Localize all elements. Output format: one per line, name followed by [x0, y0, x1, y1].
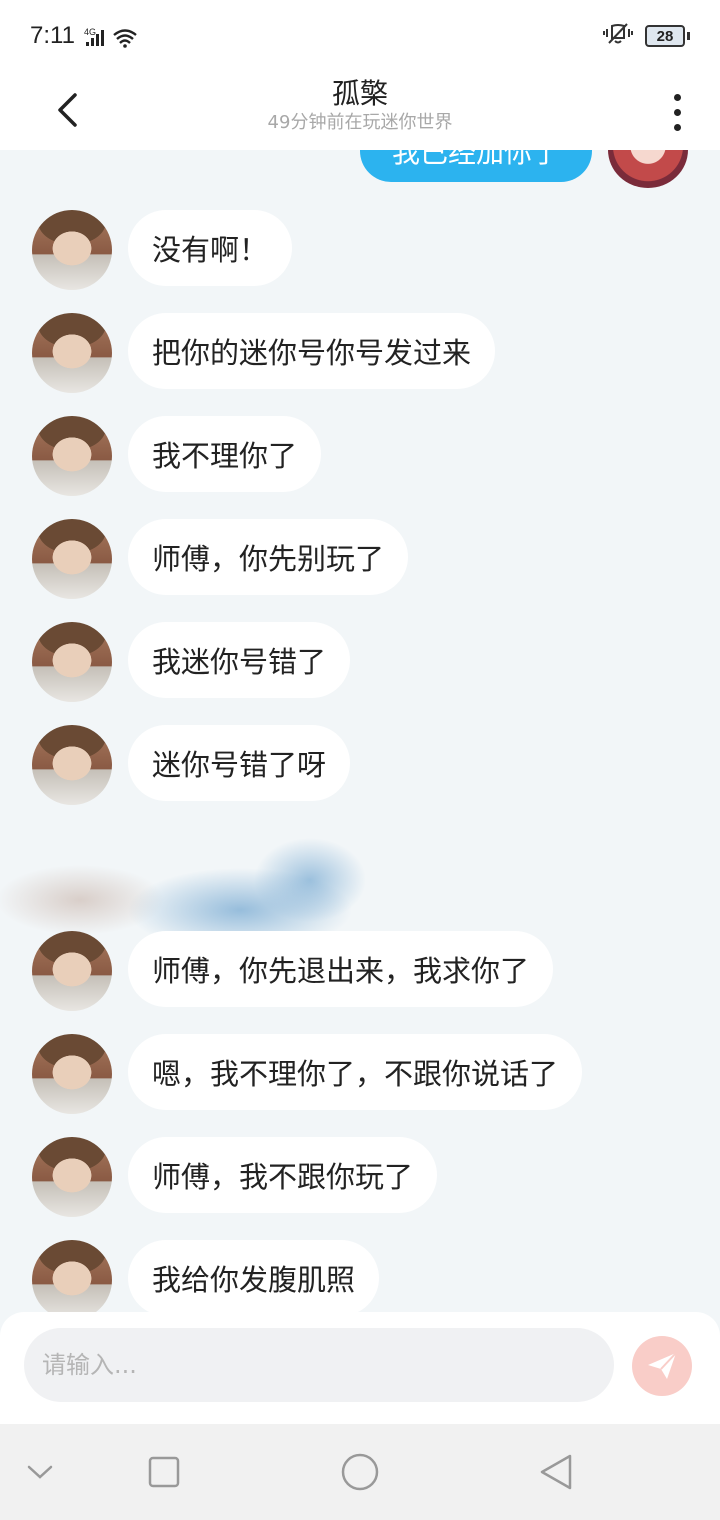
- status-time: 7:11: [30, 22, 75, 49]
- contact-name: 孤檠: [331, 77, 388, 110]
- status-bar: 7:11 4G 28: [0, 0, 720, 72]
- battery-tip: [687, 32, 690, 40]
- message-row: 我迷你号错了: [0, 622, 720, 702]
- message-row: 迷你号错了呀: [0, 725, 720, 805]
- more-options-button[interactable]: [660, 84, 694, 140]
- contact-avatar[interactable]: [32, 1034, 112, 1114]
- message-row: 嗯，我不理你了，不跟你说话了: [0, 1034, 720, 1114]
- message-bubble[interactable]: 师傅，你先退出来，我求你了: [128, 931, 554, 1007]
- more-dot-icon: [673, 93, 681, 101]
- nav-recents-button[interactable]: [142, 1450, 186, 1494]
- nav-back-button[interactable]: [534, 1450, 578, 1494]
- contact-avatar[interactable]: [32, 416, 112, 496]
- message-row: 把你的迷你号你号发过来: [0, 313, 720, 393]
- message-bubble[interactable]: 我迷你号错了: [128, 622, 351, 698]
- contact-avatar[interactable]: [32, 313, 112, 393]
- square-icon: [148, 1456, 180, 1488]
- message-row: 师傅，你先别玩了: [0, 519, 720, 599]
- contact-avatar[interactable]: [32, 210, 112, 290]
- network-signal-icon: 4G: [84, 26, 142, 52]
- message-bubble[interactable]: 师傅，你先别玩了: [128, 519, 409, 595]
- nav-home-button[interactable]: [338, 1450, 382, 1494]
- contact-avatar[interactable]: [32, 519, 112, 599]
- message-bubble[interactable]: 把你的迷你号你号发过来: [128, 313, 496, 389]
- triangle-back-icon: [540, 1454, 572, 1490]
- send-button[interactable]: [632, 1336, 692, 1396]
- contact-avatar[interactable]: [32, 931, 112, 1011]
- contact-avatar[interactable]: [32, 1240, 112, 1312]
- message-bubble[interactable]: 师傅，我不跟你玩了: [128, 1137, 438, 1213]
- message-input[interactable]: [24, 1328, 614, 1402]
- nav-collapse-button[interactable]: [18, 1450, 62, 1494]
- message-bubble[interactable]: 我不理你了: [128, 416, 322, 492]
- message-row: 师傅，我不跟你玩了: [0, 1137, 720, 1217]
- vibrate-mute-icon: [603, 22, 633, 50]
- system-nav-bar: [0, 1424, 720, 1520]
- message-bubble[interactable]: 嗯，我不理你了，不跟你说话了: [128, 1034, 583, 1110]
- message-bubble[interactable]: 没有啊！: [128, 210, 293, 286]
- chat-messages[interactable]: 我已经加你了 没有啊！ 把你的迷你号你号发过来 我不理你了 师傅，你先别玩了 我…: [0, 150, 720, 1312]
- contact-status: 49分钟前在玩迷你世界: [267, 112, 453, 133]
- message-row: 师傅，你先退出来，我求你了: [0, 931, 720, 1011]
- message-bubble[interactable]: 我给你发腹肌照: [128, 1240, 380, 1312]
- chevron-left-icon: [58, 93, 77, 127]
- contact-avatar[interactable]: [32, 1137, 112, 1217]
- chevron-down-icon: [27, 1465, 53, 1479]
- message-input-bar: [0, 1312, 720, 1424]
- network-type-label: 4G: [84, 27, 96, 37]
- more-dot-icon: [673, 123, 681, 131]
- chat-header: 孤檠 49分钟前在玩迷你世界: [0, 72, 720, 150]
- back-button[interactable]: [42, 82, 92, 138]
- own-message-bubble[interactable]: 我已经加你了: [360, 150, 592, 182]
- message-bubble[interactable]: 迷你号错了呀: [128, 725, 351, 801]
- status-right: 28: [603, 22, 690, 50]
- more-dot-icon: [673, 108, 681, 116]
- contact-avatar[interactable]: [32, 622, 112, 702]
- message-row: 我不理你了: [0, 416, 720, 496]
- battery-icon: 28: [645, 25, 685, 47]
- own-avatar[interactable]: [608, 150, 688, 188]
- message-row: 我给你发腹肌照: [0, 1240, 720, 1312]
- message-row: 没有啊！: [0, 210, 720, 290]
- contact-avatar[interactable]: [32, 725, 112, 805]
- paper-plane-icon: [648, 1352, 677, 1379]
- circle-icon: [341, 1453, 379, 1491]
